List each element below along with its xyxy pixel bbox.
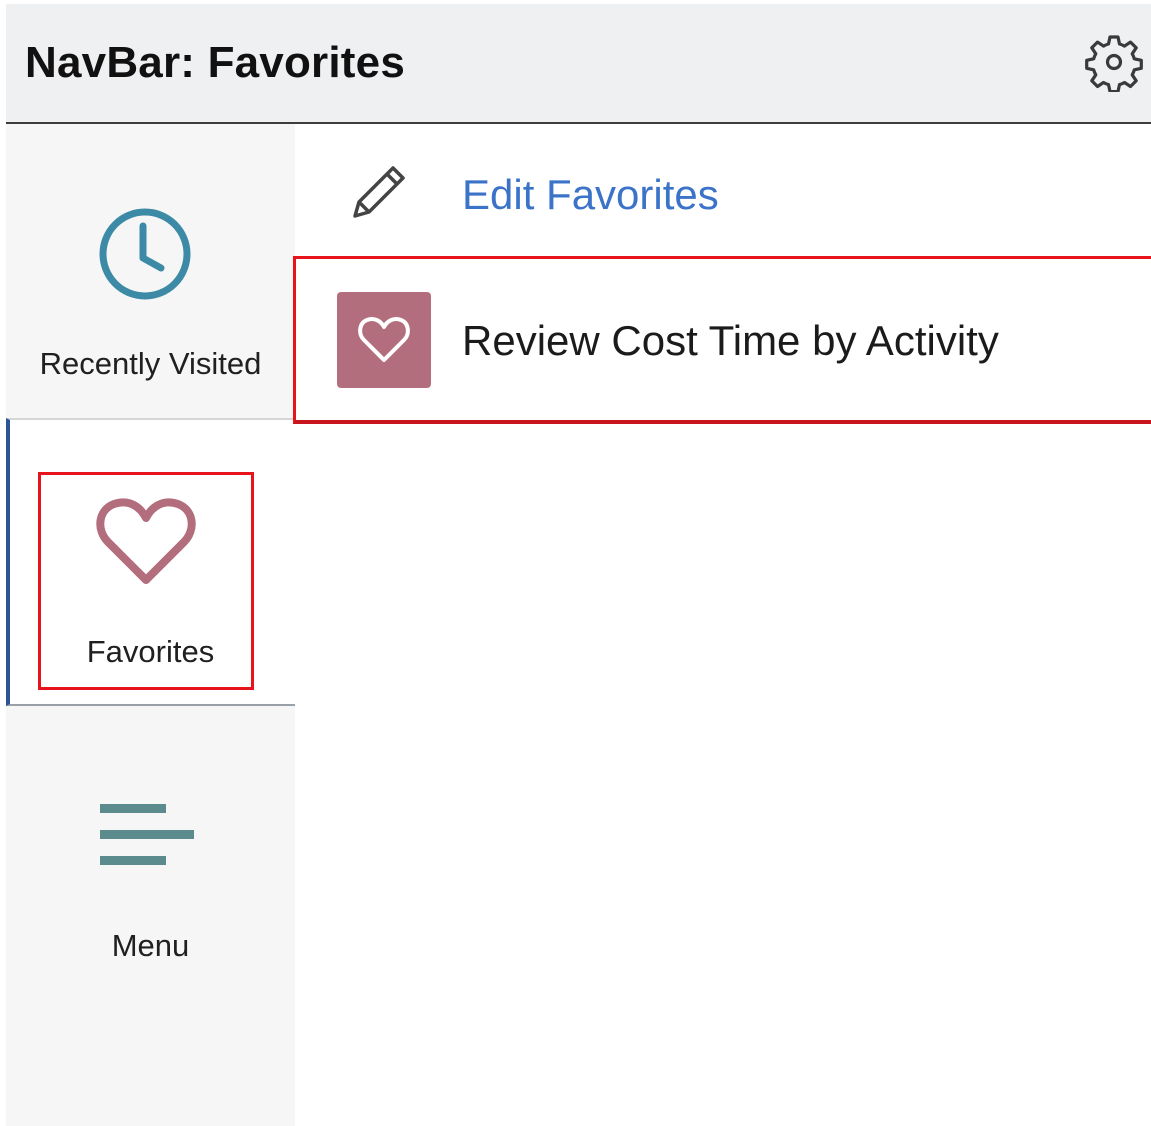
sidebar-item-label: Favorites (86, 634, 215, 669)
panel-title: NavBar: Favorites (25, 38, 405, 87)
sidebar-item-favorites[interactable]: Favorites (6, 418, 295, 706)
gear-icon[interactable] (1084, 32, 1144, 92)
navbar-panel: NavBar: Favorites Recently Visited Favor… (6, 4, 1151, 1126)
favorite-tile (337, 292, 431, 388)
edit-favorites-row[interactable]: Edit Favorites (295, 124, 1151, 256)
edit-favorites-link[interactable]: Edit Favorites (462, 171, 719, 219)
sidebar-item-menu[interactable]: Menu (6, 706, 295, 1126)
sidebar-item-recently-visited[interactable]: Recently Visited (6, 124, 295, 418)
favorite-title: Review Cost Time by Activity (462, 317, 999, 364)
heart-icon (96, 498, 196, 584)
pencil-icon (353, 166, 405, 218)
menu-lines-icon (100, 804, 194, 865)
panel-header: NavBar: Favorites (6, 4, 1151, 124)
sidebar-item-label: Menu (111, 928, 190, 963)
clock-icon (99, 208, 191, 300)
favorite-item[interactable]: Review Cost Time by Activity (293, 256, 1151, 424)
sidebar: Recently Visited Favorites Menu (6, 124, 295, 1126)
favorites-content: Edit Favorites Review Cost Time by Activ… (293, 124, 1151, 1126)
sidebar-item-label: Recently Visited (39, 346, 262, 381)
heart-icon (358, 316, 410, 362)
